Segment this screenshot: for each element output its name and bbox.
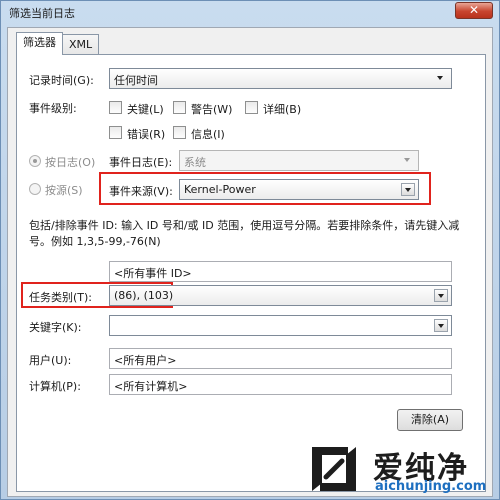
- tab-filter[interactable]: 筛选器: [16, 32, 63, 55]
- critical-label: 关键(L): [127, 103, 164, 116]
- event-id-value: <所有事件 ID>: [114, 267, 192, 280]
- computer-input[interactable]: <所有计算机>: [109, 374, 452, 395]
- by-log-label: 按日志(O): [45, 156, 96, 169]
- watermark-logo-icon: [312, 447, 356, 491]
- user-value: <所有用户>: [114, 354, 177, 367]
- chevron-down-icon: [434, 72, 448, 85]
- user-input[interactable]: <所有用户>: [109, 348, 452, 369]
- computer-label: 计算机(P):: [29, 380, 81, 393]
- clear-button[interactable]: 清除(A): [397, 409, 463, 431]
- keywords-dropdown[interactable]: [109, 315, 452, 336]
- event-source-label: 事件来源(V):: [109, 185, 173, 198]
- warning-checkbox[interactable]: [173, 101, 186, 114]
- chevron-down-icon: [434, 319, 448, 332]
- window-title: 筛选当前日志: [9, 7, 75, 20]
- event-level-label: 事件级别:: [29, 102, 77, 115]
- by-source-label: 按源(S): [45, 184, 83, 197]
- close-button[interactable]: ✕: [455, 2, 493, 19]
- computer-value: <所有计算机>: [114, 380, 188, 393]
- error-label: 错误(R): [127, 128, 166, 141]
- event-log-label: 事件日志(E):: [109, 156, 173, 169]
- event-id-input[interactable]: <所有事件 ID>: [109, 261, 452, 282]
- dialog-client-area: 筛选器 XML 记录时间(G): 任何时间 事件级别: 关键(L) 警告(W) …: [7, 27, 493, 497]
- filter-panel: 记录时间(G): 任何时间 事件级别: 关键(L) 警告(W) 详细(B) 错误…: [16, 54, 486, 492]
- logged-dropdown[interactable]: 任何时间: [109, 68, 452, 89]
- information-checkbox[interactable]: [173, 126, 186, 139]
- tab-xml[interactable]: XML: [62, 34, 100, 55]
- event-log-dropdown[interactable]: 系统: [179, 150, 419, 171]
- warning-label: 警告(W): [191, 103, 233, 116]
- chevron-down-icon: [401, 154, 415, 167]
- event-id-description: 包括/排除事件 ID: 输入 ID 号和/或 ID 范围，使用逗号分隔。若要排除…: [29, 219, 460, 248]
- task-category-label: 任务类别(T):: [29, 291, 93, 304]
- event-source-value: Kernel-Power: [184, 183, 256, 196]
- task-category-dropdown[interactable]: (86), (103): [109, 285, 452, 306]
- by-source-radio[interactable]: [29, 183, 41, 195]
- task-category-value: (86), (103): [114, 289, 174, 302]
- title-bar: 筛选当前日志 ✕: [1, 1, 499, 23]
- by-log-radio[interactable]: [29, 155, 41, 167]
- chevron-down-icon: [401, 183, 415, 196]
- filter-dialog-window: 筛选当前日志 ✕ 筛选器 XML 记录时间(G): 任何时间 事件级别: 关键(…: [0, 0, 500, 500]
- chevron-down-icon: [434, 289, 448, 302]
- logged-label: 记录时间(G):: [29, 74, 94, 87]
- critical-checkbox[interactable]: [109, 101, 122, 114]
- user-label: 用户(U):: [29, 354, 72, 367]
- event-log-value: 系统: [184, 156, 206, 169]
- logged-value: 任何时间: [114, 74, 158, 87]
- watermark-logo: 爱纯净 aichunjing.com: [301, 441, 500, 500]
- information-label: 信息(I): [191, 128, 225, 141]
- error-checkbox[interactable]: [109, 126, 122, 139]
- watermark-url: aichunjing.com: [375, 479, 487, 494]
- verbose-checkbox[interactable]: [245, 101, 258, 114]
- verbose-label: 详细(B): [263, 103, 302, 116]
- event-source-dropdown[interactable]: Kernel-Power: [179, 179, 419, 200]
- keywords-label: 关键字(K):: [29, 321, 82, 334]
